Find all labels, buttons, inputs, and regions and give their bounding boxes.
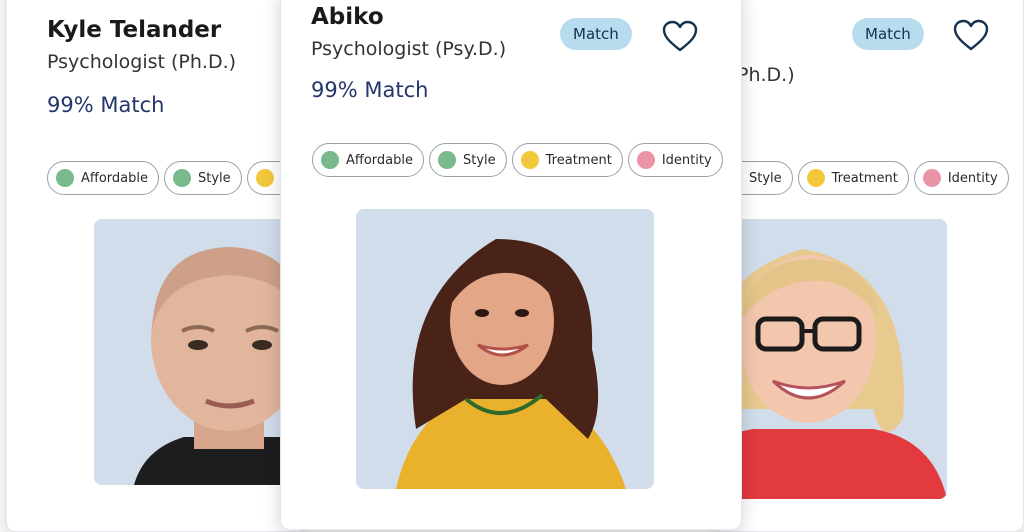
status-dot-icon — [255, 169, 274, 187]
tag-label: Style — [749, 170, 782, 186]
tag-chip-identity[interactable]: Identity — [913, 161, 1009, 195]
match-percentage: 99% Match — [47, 93, 165, 117]
tag-label: Affordable — [81, 170, 148, 186]
therapist-card-kyle-telander[interactable]: Kyle Telander Psychologist (Ph.D.) 99% M… — [6, 0, 308, 532]
heart-icon[interactable] — [661, 19, 699, 53]
heart-icon[interactable] — [952, 18, 990, 52]
status-dot-icon — [173, 169, 191, 187]
portrait-woman-glasses-icon — [713, 219, 947, 499]
tag-label: Treatment — [545, 152, 612, 168]
tag-label: Style — [463, 152, 496, 168]
tag-label: Treatment — [831, 170, 898, 186]
match-percentage: 99% Match — [311, 78, 429, 102]
status-dot-icon — [520, 151, 539, 169]
portrait-woman-icon — [356, 209, 654, 489]
status-dot-icon — [636, 151, 655, 169]
status-dot-icon — [922, 169, 941, 187]
therapist-card-right[interactable]: Ph.D.) Match Style Treatment Identity — [712, 0, 1024, 532]
match-badge: Match — [852, 18, 924, 50]
therapist-name: Kyle Telander — [47, 17, 222, 43]
tag-chips: Style Treatment Identity — [715, 161, 1009, 195]
tag-chip-treatment[interactable]: Treatment — [797, 161, 909, 195]
therapist-credential: Psychologist (Ph.D.) — [47, 51, 237, 73]
status-dot-icon — [806, 169, 825, 187]
therapist-name: Abiko — [311, 4, 384, 30]
match-badge: Match — [560, 18, 632, 50]
tag-label: Style — [198, 170, 231, 186]
tag-chip-treatment[interactable]: Treatment — [511, 143, 623, 177]
tag-chips: Affordable Style T — [47, 161, 300, 195]
tag-chip-identity[interactable]: Identity — [627, 143, 723, 177]
tag-chip-style[interactable]: Style — [164, 161, 242, 195]
tag-chip-style[interactable]: Style — [429, 143, 507, 177]
portrait-man-icon — [94, 219, 307, 485]
therapist-credential: Psychologist (Psy.D.) — [311, 38, 507, 60]
tag-chip-affordable[interactable]: Affordable — [312, 143, 424, 177]
therapist-photo — [356, 209, 654, 489]
tag-label: Identity — [947, 170, 998, 186]
therapist-card-abiko[interactable]: Abiko Psychologist (Psy.D.) 99% Match Ma… — [280, 0, 742, 530]
tag-label: Affordable — [346, 152, 413, 168]
status-dot-icon — [56, 169, 74, 187]
therapist-credential: Ph.D.) — [737, 64, 795, 86]
status-dot-icon — [438, 151, 456, 169]
therapist-photo — [713, 219, 947, 499]
tag-chip-affordable[interactable]: Affordable — [47, 161, 159, 195]
status-dot-icon — [321, 151, 339, 169]
tag-label: Identity — [661, 152, 712, 168]
therapist-photo — [94, 219, 307, 485]
tag-chips: Affordable Style Treatment Identity — [312, 143, 723, 177]
